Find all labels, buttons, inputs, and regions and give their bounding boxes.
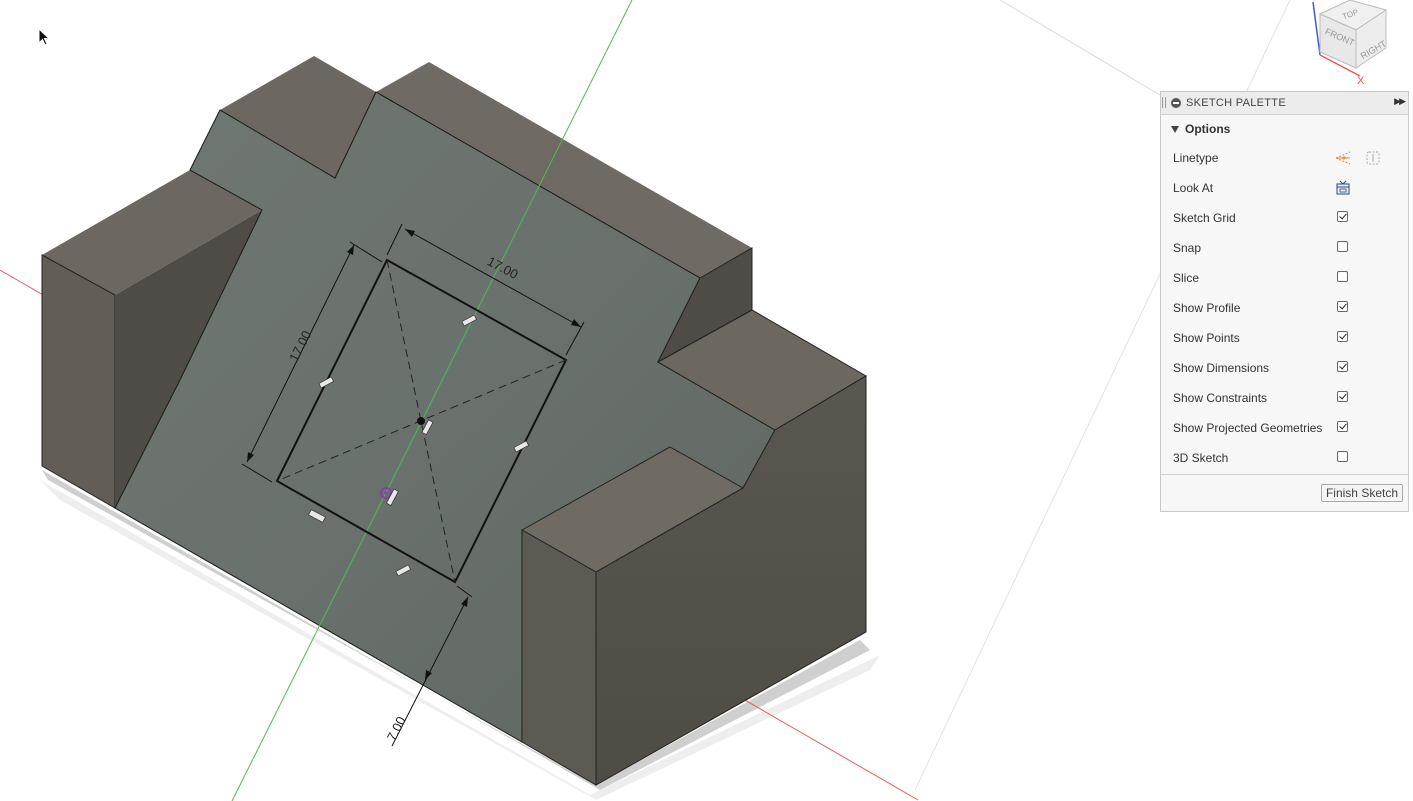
row-sketch-grid: Sketch Grid (1161, 203, 1408, 233)
palette-footer: Finish Sketch (1161, 474, 1408, 511)
show-projected-geometries-label: Show Projected Geometries (1173, 421, 1323, 435)
finish-sketch-button[interactable]: Finish Sketch (1320, 484, 1403, 502)
row-3d-sketch: 3D Sketch (1161, 443, 1408, 473)
mouse-cursor-icon (38, 28, 50, 46)
slice-checkbox[interactable] (1337, 271, 1348, 282)
show-points-checkbox[interactable] (1337, 331, 1348, 342)
drag-grip-icon[interactable] (1162, 97, 1166, 108)
centerline-linetype-icon[interactable] (1365, 150, 1381, 166)
show-profile-checkbox[interactable] (1337, 301, 1348, 312)
show-profile-label: Show Profile (1173, 301, 1241, 315)
row-snap: Snap (1161, 233, 1408, 263)
view-cube[interactable]: TOP FRONT RIGHT X (1312, 0, 1388, 87)
palette-title: SKETCH PALETTE (1186, 97, 1286, 109)
construction-linetype-icon[interactable] (1335, 150, 1351, 166)
linetype-label: Linetype (1173, 151, 1219, 165)
palette-header[interactable]: SKETCH PALETTE ▶▶ (1161, 92, 1408, 115)
sketch-center-point[interactable] (417, 417, 425, 425)
show-dimensions-label: Show Dimensions (1173, 361, 1270, 375)
sketch-palette: SKETCH PALETTE ▶▶ Options Linetype Look … (1160, 91, 1409, 512)
row-slice: Slice (1161, 263, 1408, 293)
front-block-left (521, 529, 597, 786)
row-show-constraints: Show Constraints (1161, 383, 1408, 413)
show-constraints-label: Show Constraints (1173, 391, 1268, 405)
3d-sketch-checkbox[interactable] (1337, 451, 1348, 462)
collapse-icon[interactable] (1171, 98, 1181, 108)
row-show-dimensions: Show Dimensions (1161, 353, 1408, 383)
show-projected-geometries-checkbox[interactable] (1337, 421, 1348, 432)
options-section-header[interactable]: Options (1161, 115, 1408, 143)
row-show-points: Show Points (1161, 323, 1408, 353)
snap-label: Snap (1173, 241, 1202, 255)
row-linetype: Linetype (1161, 143, 1408, 173)
snap-checkbox[interactable] (1337, 241, 1348, 252)
row-show-projected-geometries: Show Projected Geometries (1161, 413, 1408, 443)
3d-sketch-label: 3D Sketch (1173, 451, 1229, 465)
options-label: Options (1185, 122, 1231, 136)
look-at-icon[interactable] (1335, 180, 1351, 196)
show-constraints-checkbox[interactable] (1337, 391, 1348, 402)
sketch-grid-checkbox[interactable] (1337, 211, 1348, 222)
viewcube-axis-x: X (1357, 75, 1365, 87)
expand-icon[interactable]: ▶▶ (1394, 96, 1406, 107)
look-at-label: Look At (1173, 181, 1214, 195)
slice-label: Slice (1173, 271, 1200, 285)
dimension-bottom[interactable]: 7.00 (384, 714, 409, 743)
show-points-label: Show Points (1173, 331, 1240, 345)
row-look-at: Look At (1161, 173, 1408, 203)
sketch-grid-label: Sketch Grid (1173, 211, 1236, 225)
show-dimensions-checkbox[interactable] (1337, 361, 1348, 372)
row-show-profile: Show Profile (1161, 293, 1408, 323)
left-block-front (41, 254, 116, 509)
triangle-down-icon (1171, 125, 1179, 133)
